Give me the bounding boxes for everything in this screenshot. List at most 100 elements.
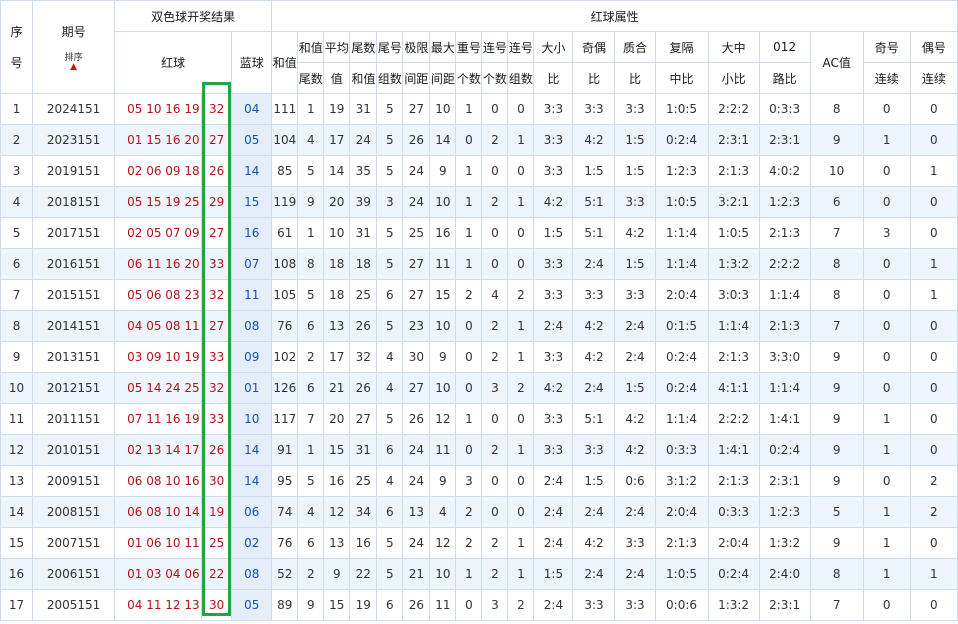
- cell: 2:4: [572, 372, 616, 404]
- cell: 1:0:5: [654, 93, 709, 125]
- cell: 3:3: [533, 124, 574, 156]
- cell: 1: [862, 527, 911, 559]
- attr-header-11b: 比: [572, 62, 616, 94]
- row-index: 5: [0, 217, 34, 249]
- cell: 5: [376, 248, 404, 280]
- cell: 0: [455, 341, 483, 373]
- cell: 26: [402, 124, 431, 156]
- blue-ball: 09: [231, 341, 273, 373]
- cell: 1:1:4: [654, 403, 709, 435]
- cell: 13: [323, 527, 351, 559]
- issue-number: 2017151: [32, 217, 116, 249]
- issue-header[interactable]: 期号 排序 ▲: [32, 0, 116, 94]
- cell: 4: [376, 465, 404, 497]
- cell: 19: [323, 93, 351, 125]
- cell: 0: [909, 310, 958, 342]
- cell: 2:2:2: [758, 248, 811, 280]
- cell: 11: [429, 434, 457, 466]
- cell: 3:3: [614, 93, 656, 125]
- cell: 7: [809, 310, 864, 342]
- cell: 1:4:1: [707, 434, 760, 466]
- cell: 0: [862, 248, 911, 280]
- cell: 22: [349, 558, 378, 590]
- attr-header-15b: 路比: [758, 62, 811, 94]
- cell: 111: [271, 93, 299, 125]
- cell: 0: [507, 403, 535, 435]
- cell: 5: [376, 155, 404, 187]
- cell: 20: [323, 186, 351, 218]
- cell: 9: [809, 527, 864, 559]
- cell: 1: [862, 558, 911, 590]
- table-row: 4201815105 15 19 25 22915119920393241012…: [0, 186, 958, 218]
- red-ball-last: 33: [201, 341, 233, 373]
- cell: 1: [507, 434, 535, 466]
- row-index: 8: [0, 310, 34, 342]
- cell: 24: [402, 155, 431, 187]
- cell: 3: [862, 217, 911, 249]
- cell: 8: [809, 279, 864, 311]
- issue-number: 2006151: [32, 558, 116, 590]
- cell: 8: [809, 93, 864, 125]
- cell: 91: [271, 434, 299, 466]
- attr-header-11a: 奇偶: [572, 31, 616, 63]
- cell: 0: [862, 279, 911, 311]
- cell: 2:4: [533, 465, 574, 497]
- blue-ball: 14: [231, 155, 273, 187]
- row-index: 6: [0, 248, 34, 280]
- attr-header-8a: 连号: [481, 31, 509, 63]
- cell: 5: [376, 558, 404, 590]
- table-row: 11201115107 11 16 19 3331011772027526121…: [0, 403, 958, 435]
- table-row: 10201215105 14 24 25 2320112662126427100…: [0, 372, 958, 404]
- cell: 2:4: [572, 496, 616, 528]
- cell: 0: [507, 217, 535, 249]
- issue-number: 2018151: [32, 186, 116, 218]
- red-ball-last: 29: [201, 186, 233, 218]
- cell: 0: [909, 186, 958, 218]
- red-attr-header: 红球属性: [271, 0, 958, 32]
- cell: 9: [809, 465, 864, 497]
- cell: 2:4: [533, 310, 574, 342]
- cell: 1: [455, 558, 483, 590]
- cell: 24: [402, 186, 431, 218]
- cell: 3:1:2: [654, 465, 709, 497]
- sort-up-arrow-icon[interactable]: ▲: [34, 63, 114, 72]
- cell: 0: [481, 248, 509, 280]
- cell: 10: [429, 558, 457, 590]
- cell: 0: [507, 496, 535, 528]
- cell: 1:5: [572, 155, 616, 187]
- issue-number: 2019151: [32, 155, 116, 187]
- cell: 0: [909, 434, 958, 466]
- cell: 0: [507, 465, 535, 497]
- cell: 4:2: [614, 434, 656, 466]
- cell: 1: [862, 434, 911, 466]
- cell: 2:1:3: [758, 310, 811, 342]
- issue-number: 2013151: [32, 341, 116, 373]
- cell: 10: [809, 155, 864, 187]
- attr-header-12b: 比: [614, 62, 656, 94]
- red-ball-last: 26: [201, 434, 233, 466]
- cell: 17: [323, 341, 351, 373]
- red-balls: 05 06 08 23 3: [114, 279, 203, 311]
- table-row: 16200615101 03 04 06 1220852292252110121…: [0, 558, 958, 590]
- cell: 2:4: [614, 310, 656, 342]
- cell: 16: [349, 527, 378, 559]
- red-balls: 05 15 19 25 2: [114, 186, 203, 218]
- issue-number: 2008151: [32, 496, 116, 528]
- cell: 3: [481, 372, 509, 404]
- cell: 6: [809, 186, 864, 218]
- cell: 9: [297, 589, 325, 621]
- red-balls: 04 05 08 11 2: [114, 310, 203, 342]
- table-row: 2202315101 15 16 20 22705104417245261402…: [0, 124, 958, 156]
- cell: 4: [297, 124, 325, 156]
- attr-header-18b: 连续: [909, 62, 958, 94]
- red-ball-last: 33: [201, 403, 233, 435]
- cell: 7: [809, 217, 864, 249]
- table-row: 14200815106 08 10 14 1190674412346134200…: [0, 496, 958, 528]
- cell: 9: [809, 434, 864, 466]
- cell: 3: [376, 186, 404, 218]
- cell: 19: [349, 589, 378, 621]
- cell: 3:3: [572, 93, 616, 125]
- cell: 2:1:3: [707, 155, 760, 187]
- attr-header-4b: 组数: [376, 62, 404, 94]
- cell: 0: [862, 465, 911, 497]
